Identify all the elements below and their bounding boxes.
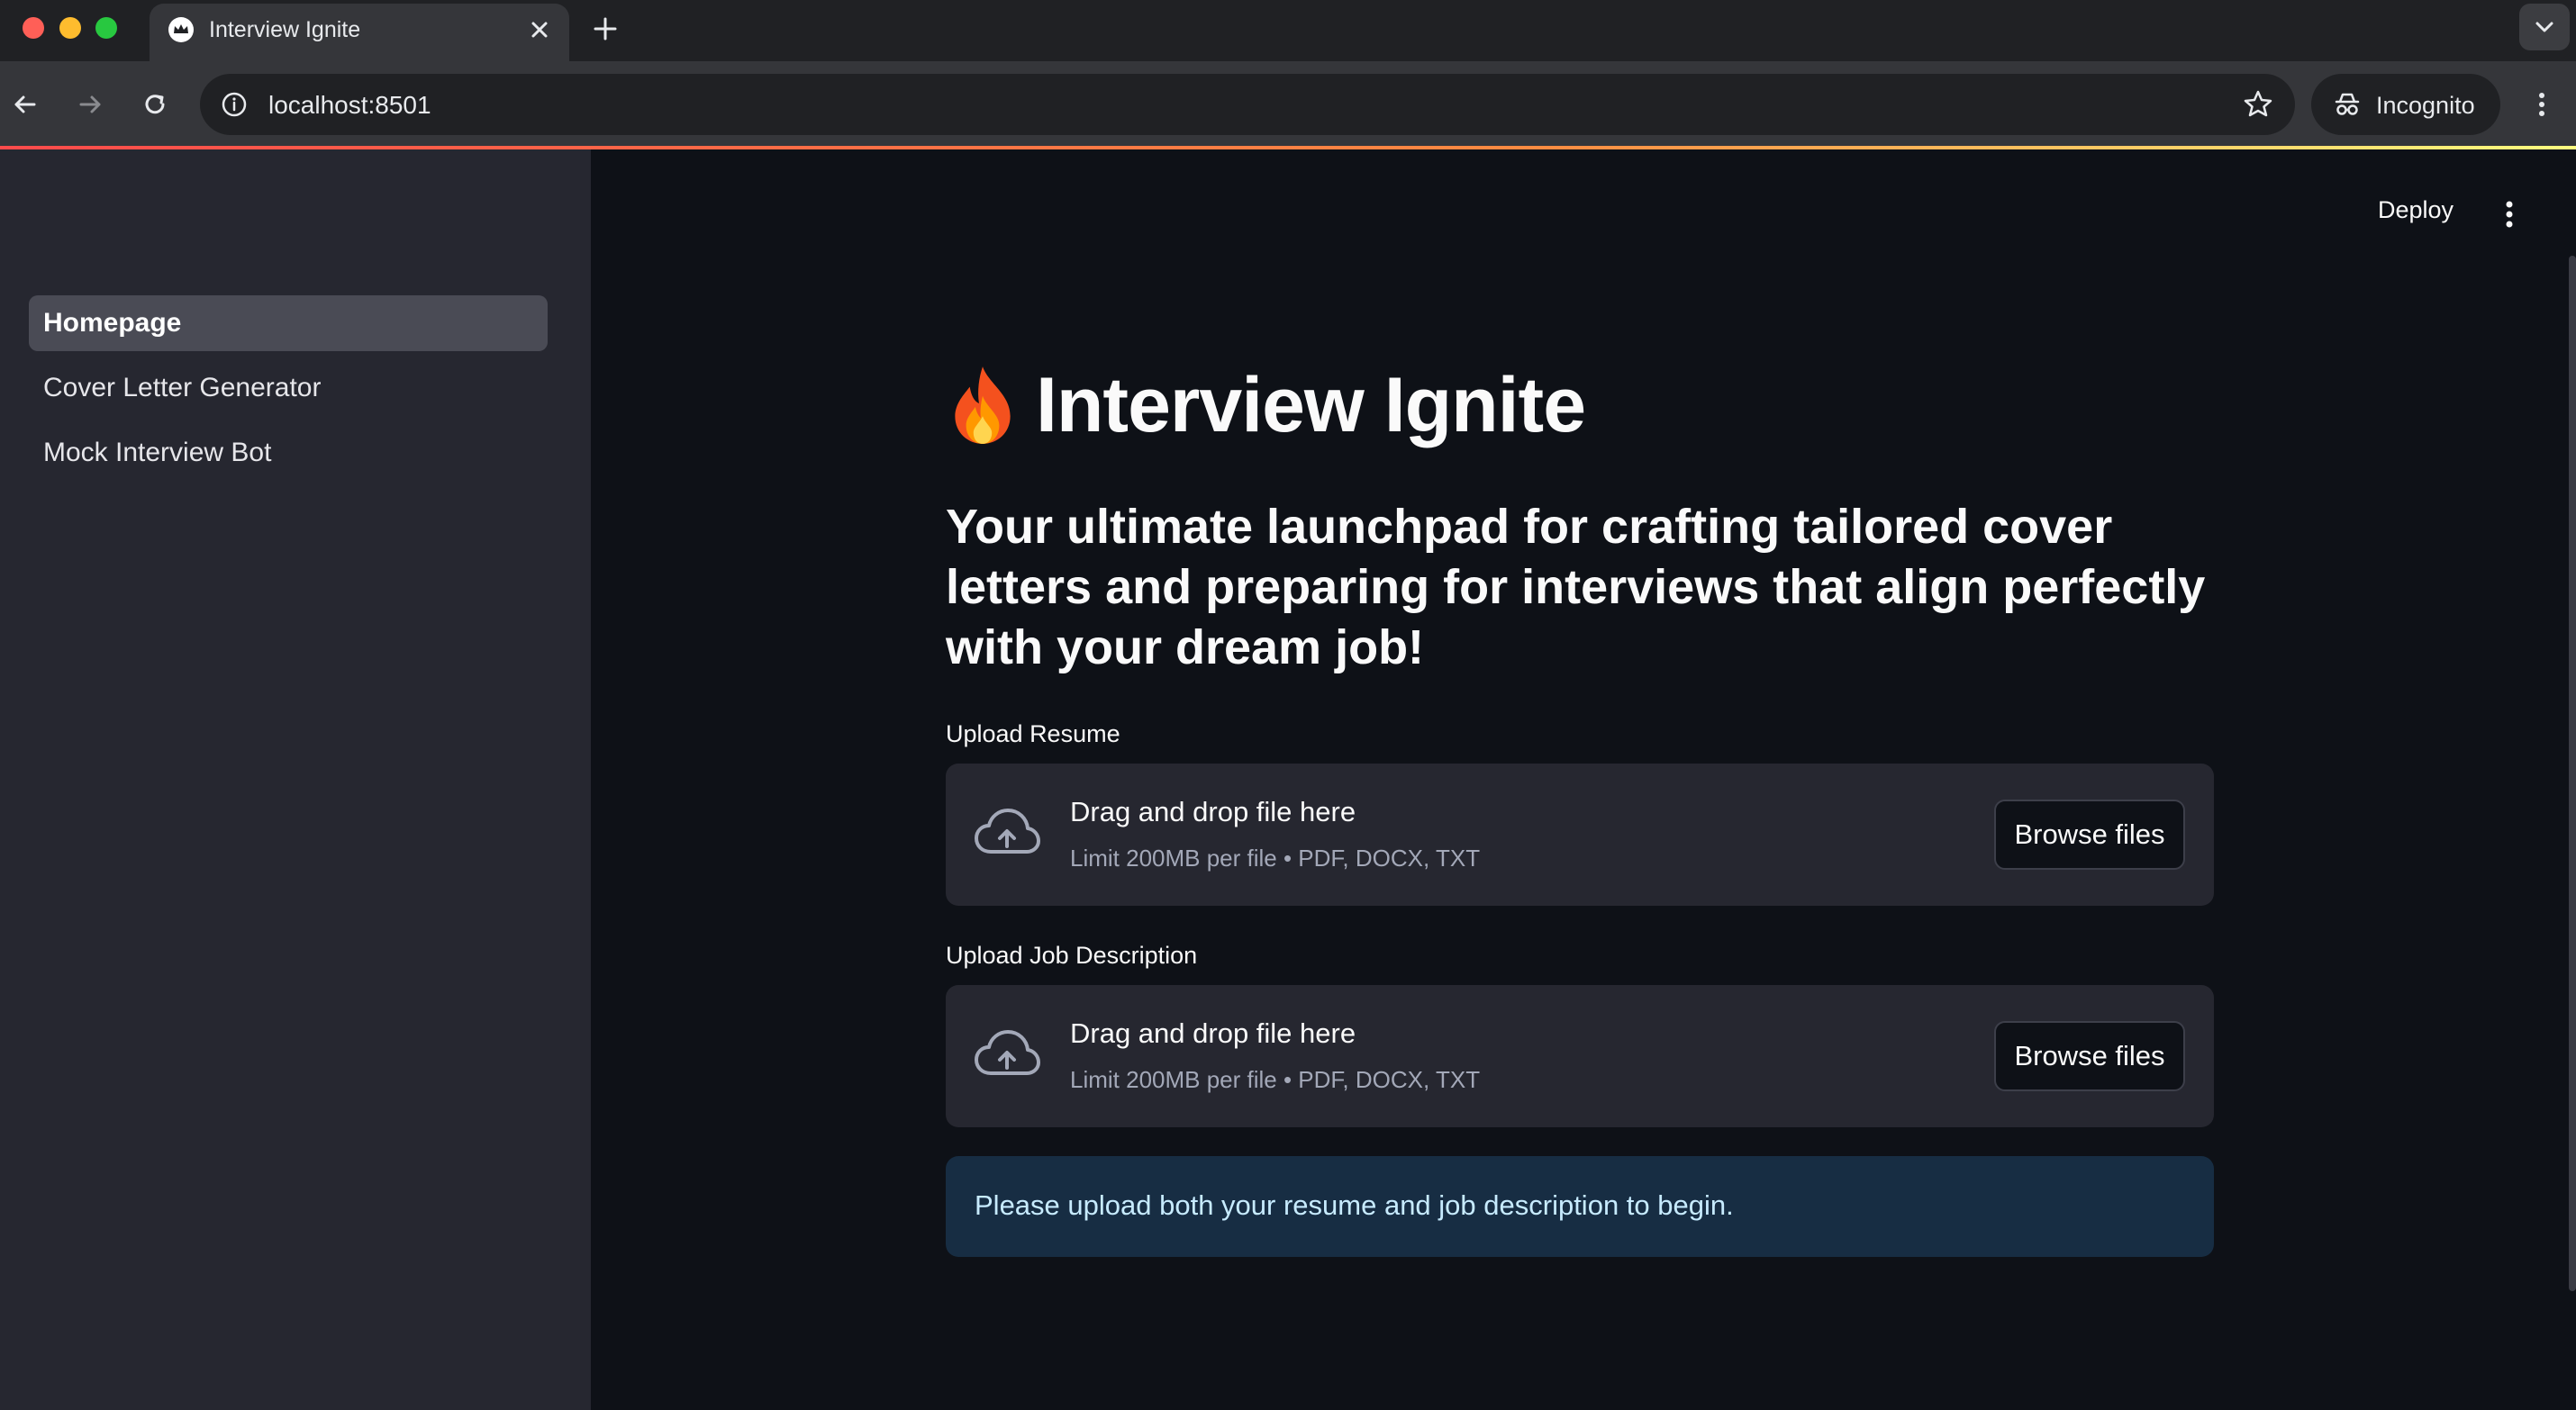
tab-close-icon[interactable]	[522, 13, 557, 47]
dropzone-instructions: Drag and drop file here	[1070, 1017, 1356, 1049]
bookmark-star-icon[interactable]	[2241, 87, 2275, 122]
window-close-button[interactable]	[23, 17, 44, 39]
sidebar: Homepage Cover Letter Generator Mock Int…	[0, 149, 591, 1410]
dropzone-instructions: Drag and drop file here	[1070, 796, 1356, 827]
browser-menu-icon[interactable]	[2524, 86, 2560, 122]
window-maximize-button[interactable]	[95, 17, 117, 39]
address-bar[interactable]: localhost:8501	[200, 74, 2295, 135]
reload-icon[interactable]	[137, 86, 173, 122]
back-arrow-icon[interactable]	[7, 86, 43, 122]
url-text[interactable]: localhost:8501	[268, 91, 431, 120]
info-message: Please upload both your resume and job d…	[975, 1189, 1734, 1221]
cloud-upload-icon	[975, 809, 1040, 854]
sidebar-item-homepage[interactable]: Homepage	[29, 295, 548, 351]
tab-search-button[interactable]	[2519, 4, 2570, 50]
incognito-label: Incognito	[2376, 92, 2475, 119]
window-minimize-button[interactable]	[59, 17, 81, 39]
cloud-upload-icon	[975, 1030, 1040, 1075]
app-menu-icon[interactable]	[2493, 196, 2526, 232]
sidebar-item-cover-letter-generator[interactable]: Cover Letter Generator	[29, 360, 548, 416]
page-title: Interview Ignite	[946, 351, 1586, 459]
browser-tab-bar: Interview Ignite	[0, 0, 2576, 61]
deploy-button[interactable]: Deploy	[2378, 196, 2454, 224]
new-tab-plus-icon[interactable]	[587, 11, 623, 47]
sidebar-item-mock-interview-bot[interactable]: Mock Interview Bot	[29, 425, 548, 481]
job-description-dropzone[interactable]: Drag and drop file here Limit 200MB per …	[946, 985, 2214, 1127]
browser-tab-active[interactable]: Interview Ignite	[150, 4, 569, 61]
dropzone-limit-text: Limit 200MB per file • PDF, DOCX, TXT	[1070, 1066, 1481, 1093]
forward-arrow-icon[interactable]	[72, 86, 108, 122]
browser-toolbar: localhost:8501 Incognito	[0, 61, 2576, 148]
incognito-icon	[2335, 93, 2360, 115]
fire-icon	[955, 366, 1011, 444]
chevron-down-icon	[2535, 22, 2553, 32]
streamlit-crown-icon	[168, 17, 194, 42]
site-info-icon[interactable]	[218, 88, 250, 121]
info-alert: Please upload both your resume and job d…	[946, 1156, 2214, 1257]
incognito-profile-button[interactable]: Incognito	[2311, 74, 2500, 135]
browse-files-button-job-description[interactable]: Browse files	[1994, 1021, 2185, 1091]
upload-resume-label: Upload Resume	[946, 720, 1120, 747]
tab-title: Interview Ignite	[209, 17, 361, 42]
resume-dropzone[interactable]: Drag and drop file here Limit 200MB per …	[946, 764, 2214, 906]
browse-files-button-resume[interactable]: Browse files	[1994, 800, 2185, 870]
page-title-text: Interview Ignite	[1036, 361, 1586, 448]
main-scrollbar[interactable]	[2569, 256, 2576, 1291]
page-subtitle: Your ultimate launchpad for crafting tai…	[946, 500, 2206, 674]
dropzone-limit-text: Limit 200MB per file • PDF, DOCX, TXT	[1070, 845, 1481, 872]
upload-job-description-label: Upload Job Description	[946, 942, 1198, 969]
